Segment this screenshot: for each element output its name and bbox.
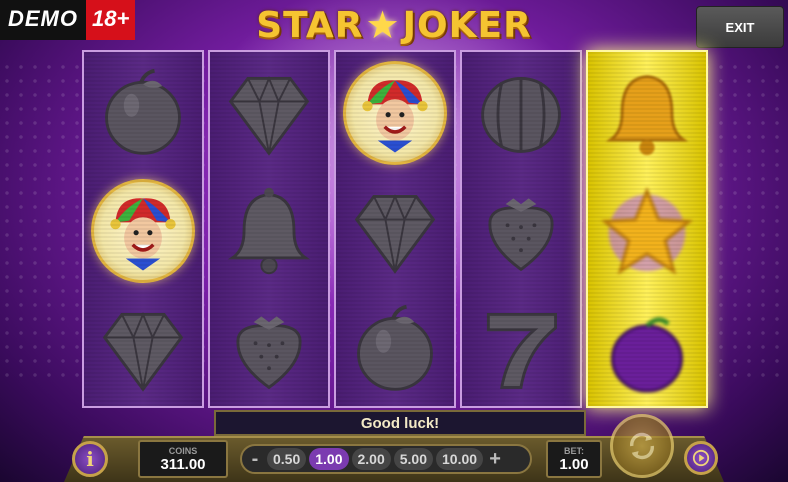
bet-option[interactable]: 2.00 <box>351 448 391 470</box>
plum-icon <box>611 317 683 393</box>
autoplay-icon <box>692 449 710 467</box>
reel-5 <box>586 50 708 408</box>
reel-cell <box>84 54 202 172</box>
reel-cell <box>588 172 706 290</box>
reel-cell <box>588 54 706 172</box>
reel-cell <box>84 290 202 406</box>
info-button[interactable]: i <box>72 441 108 477</box>
bet-increase-button[interactable]: + <box>486 448 504 471</box>
exit-button-label: EXIT <box>725 19 755 35</box>
reel-3 <box>334 50 456 408</box>
bell-icon <box>227 187 311 275</box>
reel-cell <box>462 172 580 290</box>
game-logo: STAR ★ JOKER <box>256 2 531 48</box>
info-icon: i <box>86 447 94 471</box>
plum-icon <box>357 304 433 391</box>
age-rating-label: 18+ <box>86 0 136 40</box>
reel-cell <box>336 54 454 172</box>
watermelon-icon <box>481 77 561 153</box>
bet-decrease-button[interactable]: - <box>246 448 264 471</box>
plum-icon <box>105 68 181 155</box>
status-message-bar: Good luck! <box>214 410 586 436</box>
logo-word-left: STAR <box>256 4 364 46</box>
reel-cell <box>462 290 580 406</box>
reel-cell <box>210 290 328 406</box>
demo-label: DEMO <box>0 0 86 40</box>
strawberry-icon <box>488 198 554 272</box>
bet-option[interactable]: 10.00 <box>436 448 484 470</box>
reel-cell <box>462 54 580 172</box>
bet-display: BET: 1.00 <box>546 440 602 478</box>
reel-cell <box>336 290 454 406</box>
spin-button[interactable] <box>610 414 674 478</box>
joker-icon <box>343 61 447 165</box>
reel-1 <box>82 50 204 408</box>
status-message: Good luck! <box>360 414 440 432</box>
reel-cell <box>588 290 706 406</box>
reel-cell <box>210 172 328 290</box>
strawberry-icon <box>236 316 302 390</box>
reel-4 <box>460 50 582 408</box>
reels-area <box>82 50 708 408</box>
autoplay-button[interactable] <box>684 441 718 475</box>
reel-cell <box>336 172 454 290</box>
logo-word-right: JOKER <box>402 4 532 46</box>
logo-star-icon: ★ <box>365 3 401 47</box>
diamond-icon <box>354 193 436 274</box>
reel-2 <box>208 50 330 408</box>
demo-badge: DEMO 18+ <box>0 0 136 40</box>
spin-arrows-icon <box>630 432 654 460</box>
reel-cell <box>210 54 328 172</box>
star-icon <box>600 186 694 275</box>
coins-display: COINS 311.00 <box>138 440 228 478</box>
exit-button[interactable]: EXIT <box>696 6 784 48</box>
coins-value: 311.00 <box>160 455 206 473</box>
bet-selector: - 0.50 1.00 2.00 5.00 10.00 + <box>240 444 532 474</box>
bet-label: BET: <box>564 445 584 456</box>
coins-label: COINS <box>168 445 198 456</box>
diamond-icon <box>102 311 184 392</box>
bet-option[interactable]: 5.00 <box>393 448 433 470</box>
bet-option[interactable]: 0.50 <box>267 448 307 470</box>
diamond-icon <box>228 75 310 156</box>
bet-value: 1.00 <box>559 455 589 473</box>
seven-icon <box>486 313 557 389</box>
reel-cell <box>84 172 202 290</box>
bet-option-selected[interactable]: 1.00 <box>309 448 349 470</box>
joker-icon <box>91 179 195 283</box>
bell-icon <box>605 75 689 156</box>
